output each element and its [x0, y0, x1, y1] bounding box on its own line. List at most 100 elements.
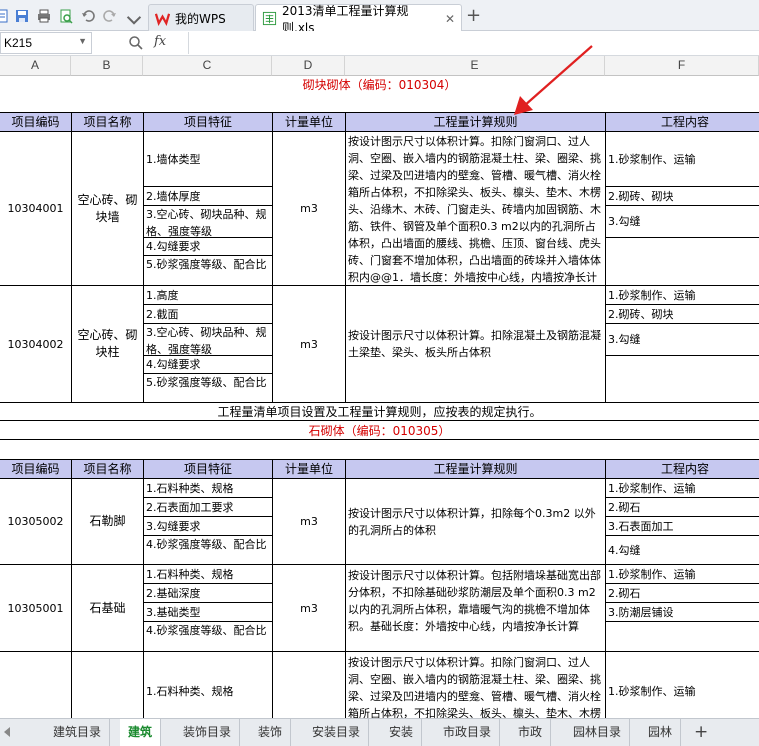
content-cell[interactable]: 2.砌石 — [605, 583, 759, 603]
rule-cell[interactable]: 按设计图示尺寸以体积计算。扣除混凝土及钢筋混凝土梁垫、梁头、板头所占体积 — [345, 285, 606, 403]
content-cell[interactable]: 1.砂浆制作、运输 — [605, 285, 759, 305]
content-cell[interactable]: 3.勾缝 — [605, 323, 759, 356]
column-header-f[interactable]: F — [605, 56, 759, 76]
feature-cell[interactable]: 3.基础类型 — [143, 602, 273, 622]
function-icon[interactable]: fx — [154, 34, 166, 49]
chevron-down-icon[interactable]: ▼ — [78, 36, 87, 46]
item-name[interactable]: 空心砖、砌块墙 — [71, 131, 144, 286]
header-feature[interactable]: 项目特征 — [143, 112, 273, 132]
content-cell[interactable]: 3.防潮层铺设 — [605, 602, 759, 622]
header-content[interactable]: 工程内容 — [605, 459, 759, 479]
item-code[interactable]: 10304002 — [0, 285, 72, 403]
section-title[interactable]: 石砌体（编码：010305） — [0, 422, 759, 440]
item-name[interactable] — [71, 651, 144, 718]
feature-cell[interactable]: 4.勾缝要求 — [143, 237, 273, 256]
rule-cell[interactable]: 按设计图示尺寸以体积计算。包括附墙垛基础宽出部分体积，不扣除基础砂浆防潮层及单个… — [345, 564, 606, 652]
feature-cell[interactable]: 2.石表面加工要求 — [143, 497, 273, 517]
sheet-tab-active[interactable]: 建筑 — [120, 719, 162, 746]
unit-cell[interactable]: m3 — [272, 131, 346, 286]
content-cell[interactable]: 3.石表面加工 — [605, 516, 759, 536]
feature-cell[interactable]: 5.砂浆强度等级、配合比 — [143, 255, 273, 286]
new-tab-icon[interactable]: + — [466, 5, 481, 26]
feature-cell[interactable]: 1.高度 — [143, 285, 273, 305]
item-code[interactable] — [0, 651, 72, 718]
item-code[interactable]: 10305001 — [0, 564, 72, 652]
feature-cell[interactable]: 1.石料种类、规格 — [143, 564, 273, 584]
tab-document[interactable]: 2013清单工程量计算规则.xls ✕ — [255, 4, 462, 35]
unit-cell[interactable]: m3 — [272, 564, 346, 652]
header-unit[interactable]: 计量单位 — [272, 459, 346, 479]
content-cell[interactable]: 1.砂浆制作、运输 — [605, 651, 759, 718]
note-row[interactable]: 工程量清单项目设置及工程量计算规则，应按表的规定执行。 — [0, 403, 759, 421]
sheet-tab[interactable]: 装饰 — [250, 719, 292, 746]
rule-cell[interactable]: 按设计图示尺寸以体积计算。扣除门窗洞口、过人洞、空圈、嵌入墙内的钢筋混凝土柱、梁… — [345, 651, 606, 718]
feature-cell[interactable]: 3.空心砖、砌块品种、规格、强度等级 — [143, 205, 273, 238]
column-header-d[interactable]: D — [272, 56, 345, 76]
tab-my-wps[interactable]: 我的WPS — [148, 4, 254, 31]
feature-cell[interactable]: 1.石料种类、规格 — [143, 478, 273, 498]
header-code[interactable]: 项目编码 — [0, 112, 72, 132]
item-code[interactable]: 10305002 — [0, 478, 72, 565]
feature-cell[interactable]: 4.砂浆强度等级、配合比 — [143, 535, 273, 565]
undo-icon[interactable] — [80, 8, 96, 24]
unit-cell[interactable] — [272, 651, 346, 718]
unit-cell[interactable]: m3 — [272, 285, 346, 403]
content-cell-empty[interactable] — [605, 355, 759, 403]
content-cell[interactable]: 1.砂浆制作、运输 — [605, 564, 759, 584]
zoom-icon[interactable] — [128, 35, 144, 54]
item-name[interactable]: 空心砖、砌块柱 — [71, 285, 144, 403]
content-cell[interactable]: 3.勾缝 — [605, 205, 759, 238]
sheet-tab[interactable]: 市政 — [510, 719, 552, 746]
header-content[interactable]: 工程内容 — [605, 112, 759, 132]
rule-cell[interactable]: 按设计图示尺寸以体积计算。扣除门窗洞口、过人洞、空圈、嵌入墙内的钢筋混凝土柱、梁… — [345, 131, 606, 286]
rule-cell[interactable]: 按设计图示尺寸以体积计算，扣除每个0.3m2 以外的孔洞所占的体积 — [345, 478, 606, 565]
item-code[interactable]: 10304001 — [0, 131, 72, 286]
header-unit[interactable]: 计量单位 — [272, 112, 346, 132]
redo-icon[interactable] — [102, 8, 118, 24]
feature-cell[interactable]: 3.勾缝要求 — [143, 516, 273, 536]
save-icon[interactable] — [14, 8, 30, 24]
scroll-left-icon[interactable] — [4, 727, 10, 737]
unit-cell[interactable]: m3 — [272, 478, 346, 565]
name-box[interactable]: K215 ▼ — [0, 32, 92, 54]
spreadsheet-grid[interactable]: A B C D E F 砌块砌体（编码：010304） 项目编码 项目名称 项目… — [0, 56, 759, 718]
feature-cell[interactable]: 2.墙体厚度 — [143, 186, 273, 206]
content-cell[interactable]: 4.勾缝 — [605, 535, 759, 565]
header-name[interactable]: 项目名称 — [71, 459, 144, 479]
print-preview-icon[interactable] — [58, 8, 74, 24]
sheet-tab[interactable]: 安装 — [381, 719, 423, 746]
content-cell-empty[interactable] — [605, 237, 759, 286]
column-header-a[interactable]: A — [0, 56, 71, 76]
feature-cell[interactable]: 1.墙体类型 — [143, 131, 273, 187]
feature-cell[interactable]: 4.砂浆强度等级、配合比 — [143, 621, 273, 652]
header-rule[interactable]: 工程量计算规则 — [345, 112, 606, 132]
item-name[interactable]: 石基础 — [71, 564, 144, 652]
sheet-tab[interactable]: 园林 — [640, 719, 682, 746]
sheet-tab[interactable]: 安装目录 — [304, 719, 370, 746]
add-sheet-icon[interactable]: + — [694, 722, 708, 742]
column-header-b[interactable]: B — [71, 56, 143, 76]
section-title[interactable]: 砌块砌体（编码：010304） — [0, 76, 759, 94]
header-feature[interactable]: 项目特征 — [143, 459, 273, 479]
header-name[interactable]: 项目名称 — [71, 112, 144, 132]
feature-cell[interactable]: 4.勾缝要求 — [143, 355, 273, 374]
sheet-tab[interactable]: 建筑目录 — [45, 719, 111, 746]
header-code[interactable]: 项目编码 — [0, 459, 72, 479]
print-icon[interactable] — [36, 8, 52, 24]
column-header-c[interactable]: C — [143, 56, 272, 76]
sheet-tab[interactable]: 园林目录 — [565, 719, 631, 746]
column-header-e[interactable]: E — [345, 56, 605, 76]
content-cell[interactable]: 1.砂浆制作、运输 — [605, 478, 759, 498]
feature-cell[interactable]: 1.石料种类、规格 — [143, 651, 273, 718]
content-cell[interactable]: 2.砌砖、砌块 — [605, 186, 759, 206]
quick-access-dropdown-icon[interactable] — [126, 12, 142, 25]
content-cell[interactable]: 2.砌砖、砌块 — [605, 304, 759, 324]
feature-cell[interactable]: 2.基础深度 — [143, 583, 273, 603]
sheet-tab[interactable]: 装饰目录 — [175, 719, 241, 746]
content-cell[interactable]: 1.砂浆制作、运输 — [605, 131, 759, 187]
close-tab-icon[interactable]: ✕ — [445, 12, 455, 26]
new-file-icon[interactable] — [0, 8, 10, 24]
feature-cell[interactable]: 5.砂浆强度等级、配合比 — [143, 373, 273, 403]
formula-input[interactable] — [188, 32, 759, 54]
item-name[interactable]: 石勒脚 — [71, 478, 144, 565]
